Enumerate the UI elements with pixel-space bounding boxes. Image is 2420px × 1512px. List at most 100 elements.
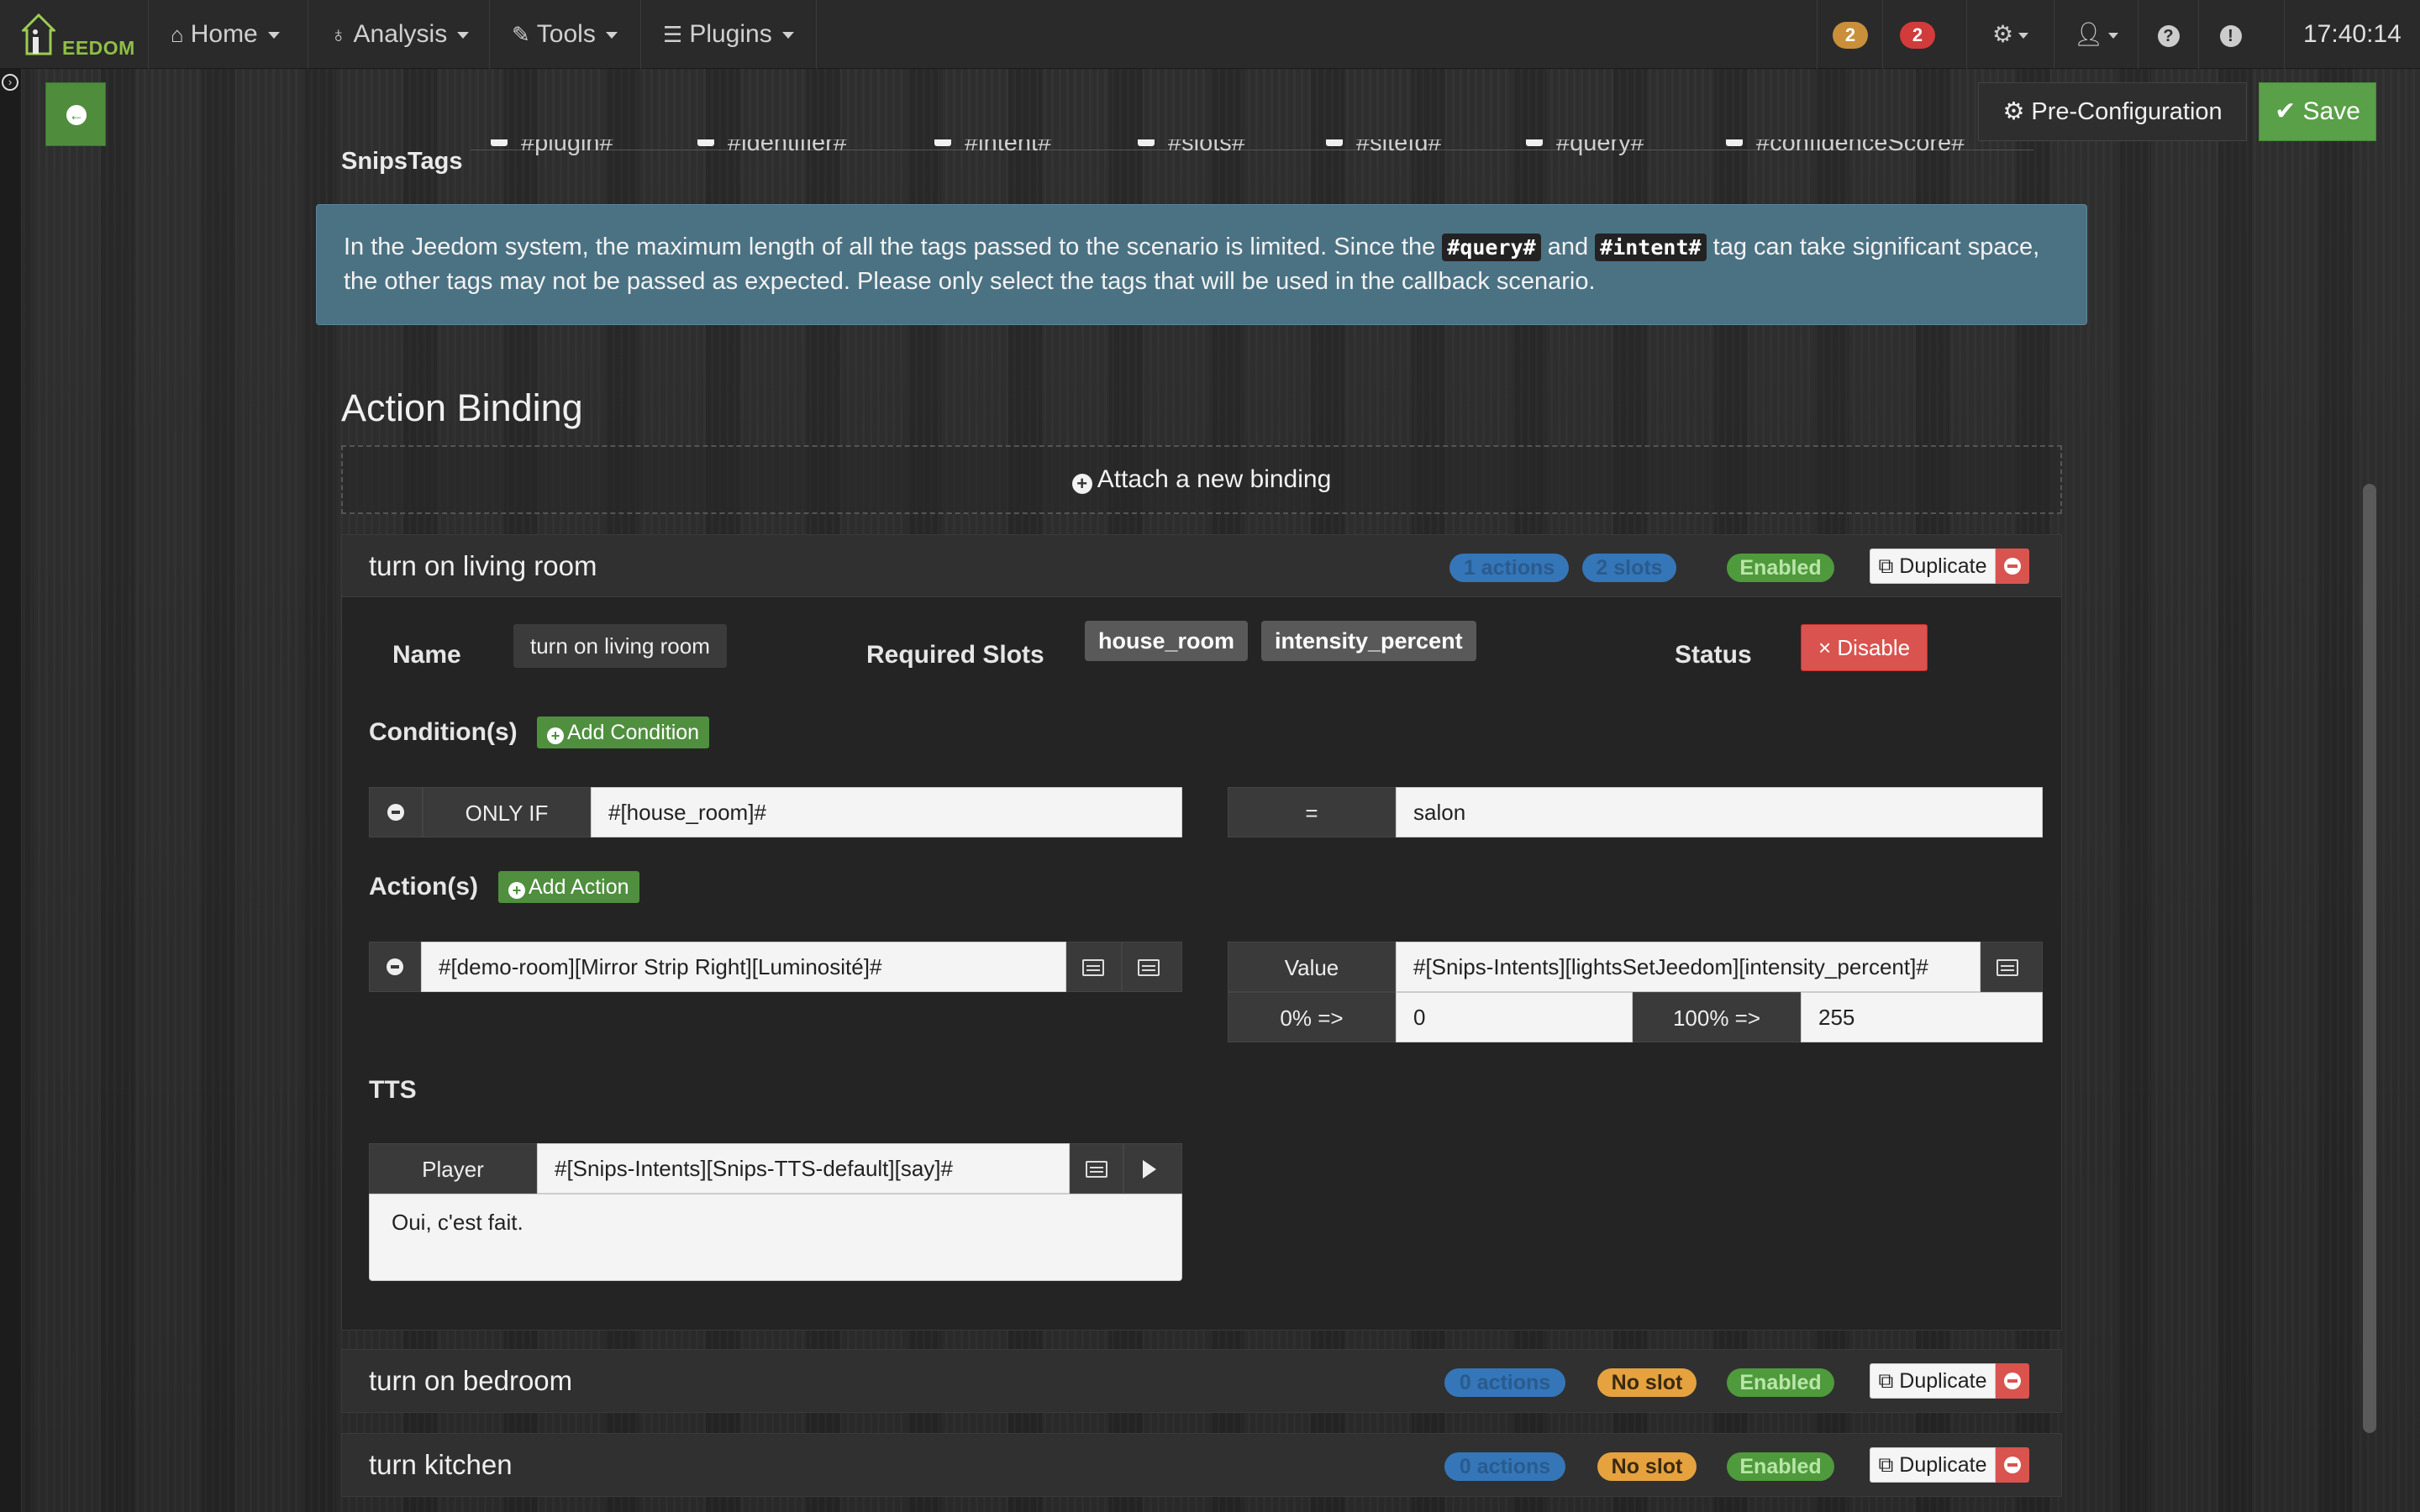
- nav-menu-analysis[interactable]: ♁ Analysis: [308, 0, 491, 69]
- user-menu[interactable]: 👤︎: [2054, 0, 2138, 69]
- binding-panel-header[interactable]: turn kitchen 0 actions No slot Enabled ⧉…: [342, 1434, 2061, 1496]
- duplicate-label: Duplicate: [1899, 1453, 1987, 1477]
- tag-checkbox[interactable]: #intent#: [934, 139, 1051, 157]
- chevron-down-icon: [2018, 33, 2029, 39]
- tag-checkbox[interactable]: #slots#: [1138, 139, 1245, 157]
- name-label: Name: [392, 641, 461, 669]
- slot-chip: house_room: [1085, 621, 1249, 661]
- minus-circle-icon: [387, 958, 403, 975]
- tag-checkbox[interactable]: #query#: [1526, 139, 1644, 157]
- pre-configuration-label: Pre-Configuration: [2031, 98, 2223, 125]
- list-command-button[interactable]: [1122, 942, 1182, 992]
- help-button[interactable]: ?: [2138, 0, 2198, 69]
- condition-right-input[interactable]: salon: [1396, 787, 2043, 837]
- add-action-button[interactable]: + Add Action: [498, 871, 639, 903]
- attach-binding-button[interactable]: + Attach a new binding: [341, 445, 2062, 514]
- list-player-button[interactable]: [1070, 1143, 1123, 1194]
- binding-panel-header[interactable]: turn on bedroom 0 actions No slot Enable…: [342, 1350, 2061, 1412]
- play-tts-button[interactable]: [1123, 1143, 1182, 1194]
- min-value-input[interactable]: 0: [1396, 992, 1633, 1042]
- snips-tags-row: #plugin# #identifier# #intent# #slots# #…: [341, 139, 2106, 173]
- message-badge-area[interactable]: 2: [1817, 0, 1882, 69]
- checkbox[interactable]: [1138, 139, 1155, 146]
- alerts-count-badge[interactable]: 2: [1900, 22, 1935, 49]
- slot-chip: intensity_percent: [1261, 621, 1476, 661]
- arrow-left-icon: ←: [66, 105, 87, 125]
- remove-binding-button[interactable]: [1996, 549, 2029, 584]
- tag-checkbox[interactable]: #plugin#: [491, 139, 613, 157]
- add-condition-button[interactable]: + Add Condition: [537, 717, 710, 748]
- condition-prefix: ONLY IF: [423, 787, 591, 837]
- checkbox[interactable]: [491, 139, 508, 146]
- left-side-strip: ›: [0, 69, 22, 1512]
- remove-action-button[interactable]: [369, 942, 421, 992]
- chevron-down-icon: [457, 32, 470, 39]
- play-icon: [1143, 1160, 1156, 1179]
- binding-panel-header[interactable]: turn on living room 1 actions 2 slots En…: [342, 535, 2061, 597]
- page-scrollbar[interactable]: [2363, 484, 2376, 1433]
- condition-left-input[interactable]: #[house_room]#: [591, 787, 1182, 837]
- nav-menu-tools[interactable]: ✎ Tools: [489, 0, 639, 69]
- max-value-input[interactable]: 255: [1801, 992, 2043, 1042]
- tag-checkbox[interactable]: #identifier#: [697, 139, 847, 157]
- plus-circle-icon: +: [1071, 474, 1092, 494]
- user-icon: 👤︎: [2073, 21, 2104, 47]
- report-button[interactable]: !: [2198, 0, 2262, 69]
- duplicate-button[interactable]: ⧉ Duplicate: [1870, 1363, 1996, 1399]
- minus-circle-icon: [2004, 1457, 2021, 1473]
- select-command-button[interactable]: [1066, 942, 1122, 992]
- settings-menu[interactable]: ⚙: [1966, 0, 2054, 69]
- info-alert: In the Jeedom system, the maximum length…: [316, 204, 2087, 325]
- condition-operator-select[interactable]: =: [1228, 787, 1396, 837]
- copy-icon: ⧉: [1878, 1453, 1900, 1477]
- tts-player-input[interactable]: #[Snips-Intents][Snips-TTS-default][say]…: [537, 1143, 1070, 1194]
- minus-circle-icon: [2004, 1373, 2021, 1389]
- plus-circle-icon: +: [547, 727, 564, 744]
- max-label: 100% =>: [1633, 992, 1801, 1042]
- save-button[interactable]: ✔ Save: [2259, 82, 2376, 141]
- tts-message-textarea[interactable]: Oui, c'est fait.: [369, 1194, 1182, 1281]
- checkbox[interactable]: [1326, 139, 1343, 146]
- tag-checkbox[interactable]: #siteId#: [1326, 139, 1442, 157]
- nav-menu-home[interactable]: ⌂ Home: [148, 0, 302, 69]
- alert-badge-area[interactable]: 2: [1882, 0, 1949, 69]
- collapse-sidebar-icon[interactable]: ›: [2, 74, 18, 91]
- clock: 17:40:14: [2284, 0, 2420, 69]
- action-value-input[interactable]: #[Snips-Intents][lightsSetJeedom][intens…: [1396, 942, 1981, 992]
- nav-menu-plugins[interactable]: ☰ Plugins: [640, 0, 817, 69]
- checkbox[interactable]: [1526, 139, 1543, 146]
- minus-circle-icon: [2004, 558, 2021, 575]
- checkbox[interactable]: [934, 139, 951, 146]
- slots-count-badge: No slot: [1597, 1368, 1697, 1397]
- checkbox[interactable]: [697, 139, 714, 146]
- action-command-input[interactable]: #[demo-room][Mirror Strip Right][Luminos…: [421, 942, 1066, 992]
- remove-condition-button[interactable]: [369, 787, 423, 837]
- list-value-button[interactable]: [1981, 942, 2043, 992]
- tag-label: #query#: [1556, 139, 1644, 156]
- status-badge: Enabled: [1727, 1368, 1834, 1397]
- actions-count-badge: 0 actions: [1444, 1452, 1565, 1481]
- home-icon: ⌂: [171, 22, 184, 47]
- remove-binding-button[interactable]: [1996, 1363, 2029, 1399]
- chevron-down-icon: [267, 32, 280, 39]
- nav-menu-label: Plugins: [689, 20, 772, 48]
- actions-count-badge: 1 actions: [1449, 554, 1569, 582]
- disable-button[interactable]: × Disable: [1801, 624, 1928, 671]
- duplicate-button[interactable]: ⧉ Duplicate: [1870, 1447, 1996, 1483]
- copy-icon: ⧉: [1878, 554, 1900, 578]
- nav-menu-label: Analysis: [353, 20, 448, 48]
- chevron-down-icon: [781, 32, 794, 39]
- duplicate-label: Duplicate: [1899, 554, 1987, 578]
- add-condition-label: Add Condition: [567, 721, 700, 744]
- jeedom-logo[interactable]: EEDOM: [20, 10, 134, 60]
- pre-configuration-button[interactable]: ⚙ Pre-Configuration: [1978, 82, 2247, 141]
- status-badge: Enabled: [1727, 1452, 1834, 1481]
- tag-checkbox[interactable]: #confidenceScore#: [1726, 139, 1965, 157]
- remove-binding-button[interactable]: [1996, 1447, 2029, 1483]
- duplicate-button[interactable]: ⧉ Duplicate: [1870, 549, 1996, 584]
- checkbox[interactable]: [1726, 139, 1743, 146]
- messages-count-badge[interactable]: 2: [1833, 22, 1868, 49]
- back-button[interactable]: ←: [45, 82, 106, 146]
- binding-name-field[interactable]: turn on living room: [513, 624, 727, 668]
- tag-label: #identifier#: [728, 139, 847, 156]
